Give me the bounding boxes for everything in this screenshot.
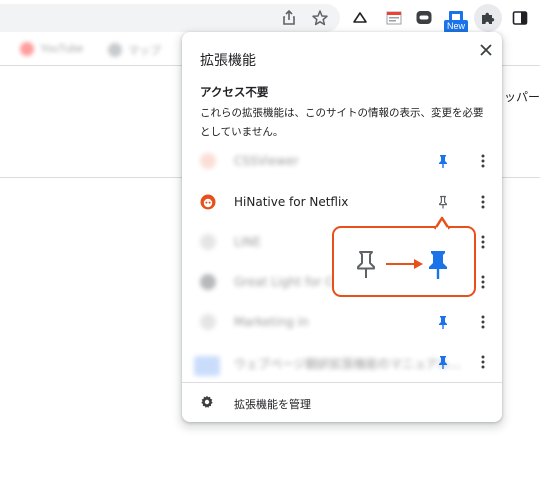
pin-filled-icon [439, 356, 447, 369]
close-button[interactable] [476, 40, 496, 60]
page-side-text: ッパー [504, 90, 540, 104]
pin-outline-icon [357, 251, 375, 278]
close-icon [480, 44, 492, 56]
arrow-right-icon [386, 259, 423, 269]
more-vert-icon [481, 154, 485, 168]
more-options-button[interactable] [474, 193, 492, 211]
hinative-icon [200, 194, 216, 210]
bookmark-youtube[interactable]: YouTube [20, 42, 83, 56]
pin-filled-icon [429, 251, 447, 279]
extension-name: LINE [234, 235, 261, 249]
more-options-button[interactable] [474, 313, 492, 331]
extension-row[interactable]: ウェブページ翻訳拡張機能のマニュアル... [182, 342, 502, 382]
pin-filled-icon [439, 316, 447, 329]
puzzle-icon[interactable] [474, 4, 502, 32]
extension-icon [200, 153, 216, 169]
more-vert-icon [481, 315, 485, 329]
more-options-button[interactable] [474, 273, 492, 291]
section-title: アクセス不要 [200, 85, 269, 99]
pin-outline-icon [439, 195, 447, 209]
gear-icon [201, 395, 213, 408]
extension-icon [200, 314, 216, 330]
bookmark-label: マップ [128, 45, 161, 57]
more-options-button[interactable] [474, 233, 492, 251]
pin-button[interactable] [434, 152, 452, 170]
browser-toolbar: New [0, 0, 540, 36]
pin-button[interactable] [434, 353, 452, 371]
extension-row[interactable]: Marketing in [182, 302, 502, 342]
extension-row-hinative[interactable]: HiNative for Netflix [182, 182, 502, 222]
pin-button[interactable] [434, 193, 452, 211]
sidebar-icon[interactable] [508, 6, 532, 30]
more-vert-icon [481, 275, 485, 289]
extension-name: CSSViewer [234, 154, 299, 168]
manage-extensions-label: 拡張機能を管理 [234, 398, 311, 411]
more-vert-icon [481, 235, 485, 249]
extension-name: Marketing in [234, 315, 309, 329]
extension-icon [194, 356, 220, 376]
calendar-extension-icon[interactable] [382, 6, 406, 30]
pin-filled-icon [439, 155, 447, 168]
manage-extensions-button[interactable]: 拡張機能を管理 [182, 383, 502, 422]
more-options-button[interactable] [474, 353, 492, 371]
youtube-icon [20, 42, 34, 56]
popup-title: 拡張機能 [200, 53, 256, 69]
bookmark-map[interactable]: マップ [108, 42, 161, 58]
share-icon[interactable] [277, 6, 301, 30]
pin-button[interactable] [434, 313, 452, 331]
callout-pointer [434, 216, 450, 230]
extension-icon [200, 234, 216, 250]
cloud-icon[interactable] [348, 6, 372, 30]
section-description: これらの拡張機能は、このサイトの情報の表示、変更を必要としていません。 [200, 107, 484, 138]
extension-name: ウェブページ翻訳拡張機能のマニュアル... [234, 357, 461, 371]
more-vert-icon [481, 195, 485, 209]
bookmark-label: YouTube [40, 43, 84, 55]
bookmark-star-icon[interactable] [308, 6, 332, 30]
extension-name: HiNative for Netflix [234, 195, 349, 209]
more-options-button[interactable] [474, 152, 492, 170]
line-extension-icon[interactable] [412, 6, 436, 30]
extension-row[interactable]: CSSViewer [182, 141, 502, 181]
map-icon [108, 43, 122, 57]
extension-icon [200, 274, 216, 290]
more-vert-icon [481, 355, 485, 369]
